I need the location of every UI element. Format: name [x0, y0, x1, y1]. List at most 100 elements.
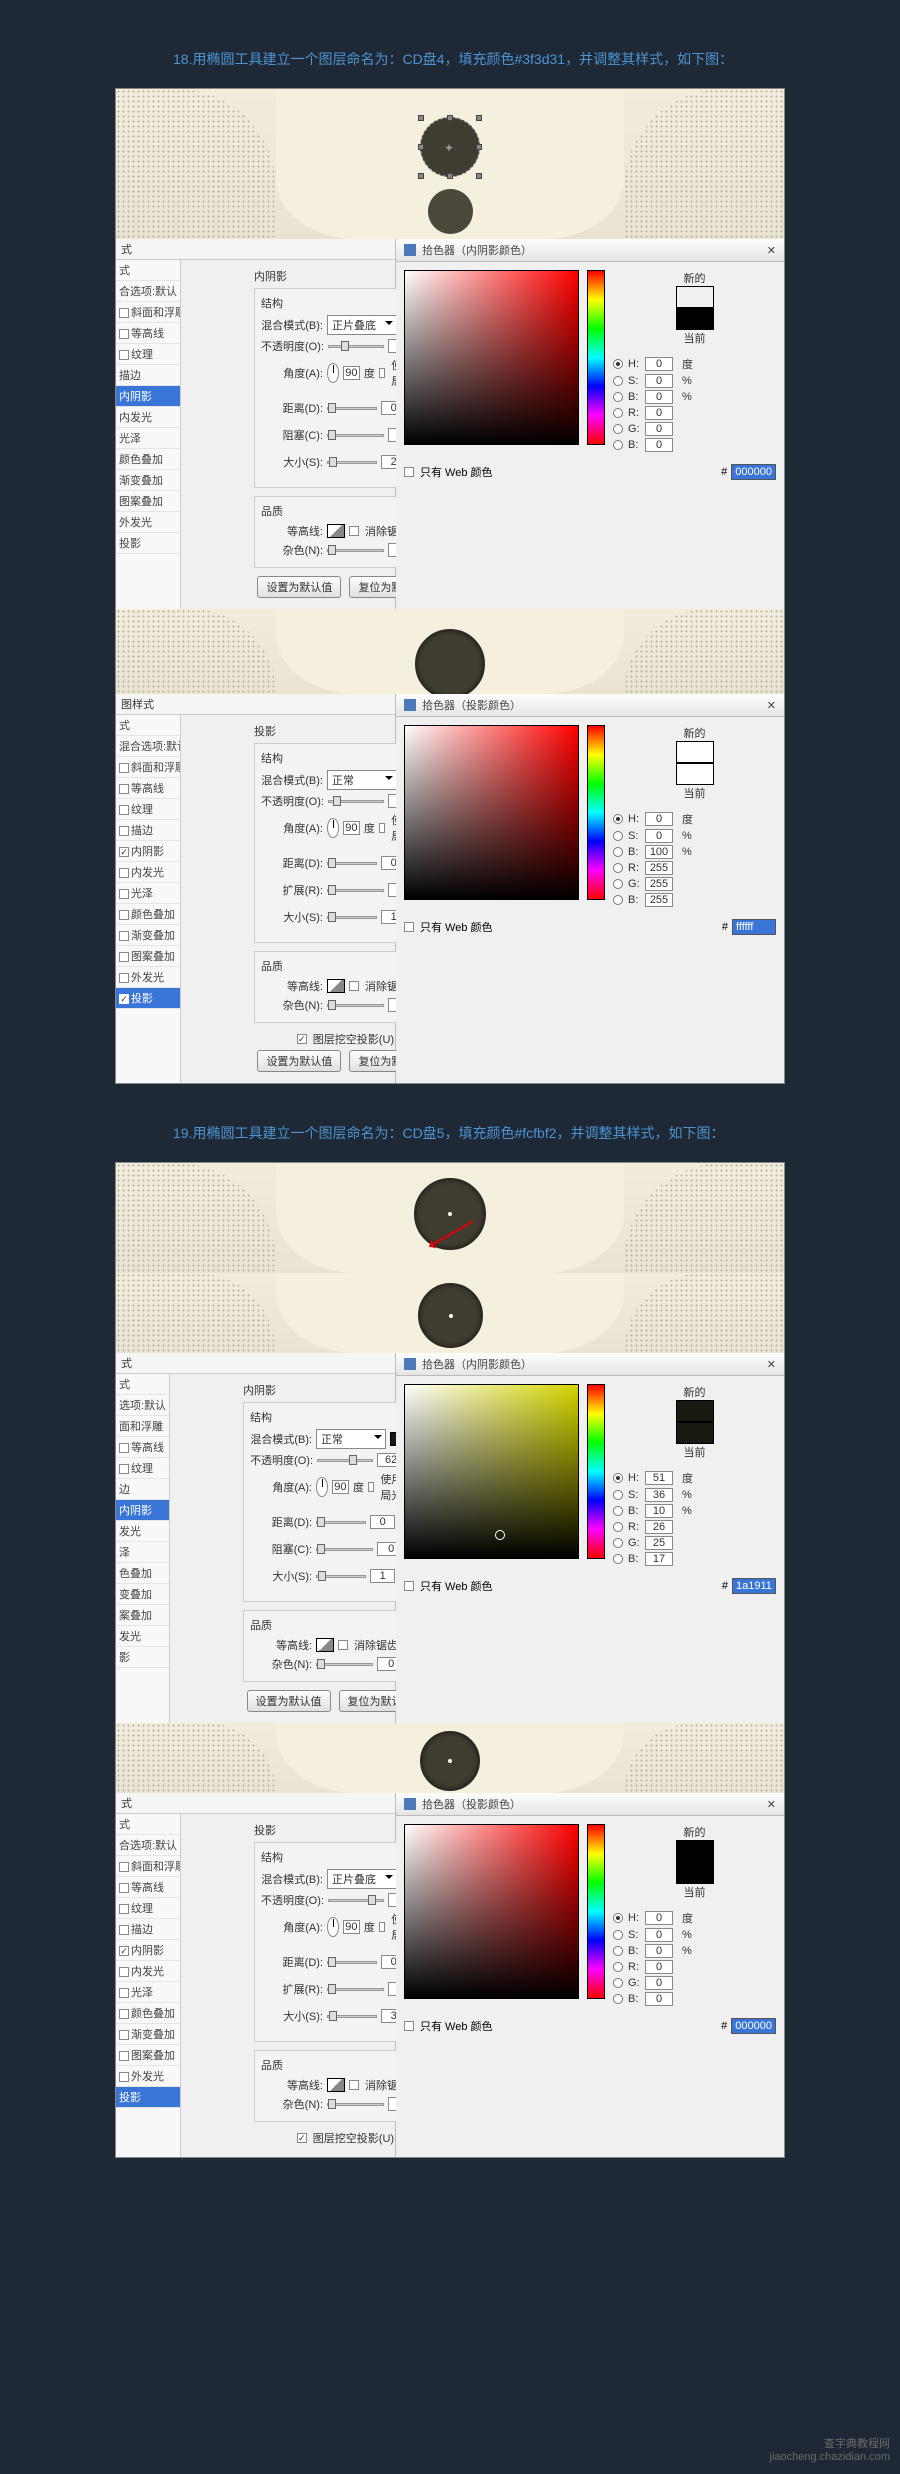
g-input[interactable]: 25	[645, 1536, 673, 1550]
b-input[interactable]: 0	[645, 390, 673, 404]
effect-item[interactable]: 发光	[116, 1626, 169, 1647]
distance-slider[interactable]	[327, 407, 377, 410]
effect-item[interactable]: 渐变叠加	[116, 470, 180, 491]
hue-slider[interactable]	[587, 1384, 605, 1559]
b-input[interactable]: 100	[645, 845, 673, 859]
webonly-checkbox[interactable]	[404, 922, 414, 932]
color-field[interactable]	[404, 270, 579, 445]
s-radio[interactable]	[613, 376, 623, 386]
contour-picker[interactable]	[327, 524, 345, 538]
h-input[interactable]: 0	[645, 357, 673, 371]
effect-item[interactable]: 发光	[116, 1521, 169, 1542]
effect-item[interactable]: 渐变叠加	[116, 925, 180, 946]
global-light-checkbox[interactable]	[379, 1922, 385, 1932]
effect-item[interactable]: 斜面和浮雕	[116, 757, 180, 778]
effect-item[interactable]: 案叠加	[116, 1605, 169, 1626]
size-slider[interactable]	[327, 916, 377, 919]
effect-item[interactable]: 投影	[116, 533, 180, 554]
hex-input[interactable]: 000000	[731, 464, 776, 480]
effect-item[interactable]: 外发光	[116, 512, 180, 533]
g-radio[interactable]	[613, 1538, 623, 1548]
effect-item[interactable]: 式	[116, 260, 180, 281]
effect-item[interactable]: 颜色叠加	[116, 2003, 180, 2024]
g-radio[interactable]	[613, 879, 623, 889]
r-input[interactable]: 0	[645, 406, 673, 420]
spread-slider[interactable]	[327, 1988, 384, 1991]
effect-item[interactable]: 图案叠加	[116, 946, 180, 967]
distance-slider[interactable]	[327, 862, 377, 865]
spread-slider[interactable]	[327, 889, 384, 892]
s-input[interactable]: 0	[645, 1928, 673, 1942]
opacity-slider[interactable]	[328, 800, 384, 803]
contour-picker[interactable]	[327, 979, 345, 993]
h-radio[interactable]	[613, 359, 623, 369]
contour-picker[interactable]	[327, 2078, 345, 2092]
angle-input[interactable]: 90	[332, 1480, 349, 1494]
effect-item[interactable]: 内阴影	[116, 1940, 180, 1961]
noise-slider[interactable]	[316, 1663, 373, 1666]
effect-item[interactable]: 面和浮雕	[116, 1416, 169, 1437]
r-radio[interactable]	[613, 1962, 623, 1972]
r-input[interactable]: 0	[645, 1960, 673, 1974]
blend-dropdown[interactable]: 正片叠底	[327, 1869, 397, 1889]
g-radio[interactable]	[613, 1978, 623, 1988]
noise-slider[interactable]	[327, 1004, 384, 1007]
knockout-checkbox[interactable]	[297, 2133, 307, 2143]
effect-item[interactable]: 等高线	[116, 1877, 180, 1898]
bv-radio[interactable]	[613, 1994, 623, 2004]
noise-slider[interactable]	[327, 2103, 384, 2106]
distance-slider[interactable]	[316, 1521, 366, 1524]
b-radio[interactable]	[613, 392, 623, 402]
effect-item[interactable]: 纹理	[116, 1458, 169, 1479]
opacity-slider[interactable]	[328, 345, 384, 348]
bv-radio[interactable]	[613, 895, 623, 905]
bv-input[interactable]: 0	[645, 1992, 673, 2006]
effect-item[interactable]: 光泽	[116, 883, 180, 904]
effect-item[interactable]: 内阴影	[116, 841, 180, 862]
global-light-checkbox[interactable]	[379, 823, 385, 833]
effect-item[interactable]: 选项:默认	[116, 1395, 169, 1416]
hue-slider[interactable]	[587, 270, 605, 445]
effect-item[interactable]: 外发光	[116, 2066, 180, 2087]
effect-item[interactable]: 式	[116, 1374, 169, 1395]
h-radio[interactable]	[613, 1913, 623, 1923]
effect-item-selected[interactable]: 内阴影	[116, 1500, 169, 1521]
h-input[interactable]: 0	[645, 1911, 673, 1925]
effect-item[interactable]: 内发光	[116, 1961, 180, 1982]
effect-item[interactable]: 边	[116, 1479, 169, 1500]
b-radio[interactable]	[613, 1506, 623, 1516]
effect-item[interactable]: 渐变叠加	[116, 2024, 180, 2045]
set-default-button[interactable]: 设置为默认值	[257, 576, 341, 598]
angle-dial[interactable]	[327, 1917, 339, 1937]
antialias-checkbox[interactable]	[349, 526, 359, 536]
effect-item[interactable]: 影	[116, 1647, 169, 1668]
h-input[interactable]: 0	[645, 812, 673, 826]
effect-item[interactable]: 式	[116, 715, 180, 736]
close-icon[interactable]: ✕	[767, 699, 776, 712]
webonly-checkbox[interactable]	[404, 1581, 414, 1591]
opacity-slider[interactable]	[328, 1899, 384, 1902]
s-input[interactable]: 0	[645, 374, 673, 388]
b-input[interactable]: 0	[645, 1944, 673, 1958]
angle-dial[interactable]	[327, 363, 339, 383]
global-light-checkbox[interactable]	[368, 1482, 374, 1492]
effect-item[interactable]: 斜面和浮雕	[116, 302, 180, 323]
color-field[interactable]	[404, 1384, 579, 1559]
s-input[interactable]: 36	[645, 1488, 673, 1502]
effect-item-selected[interactable]: 投影	[116, 2087, 180, 2108]
r-radio[interactable]	[613, 408, 623, 418]
effect-item[interactable]: 色叠加	[116, 1563, 169, 1584]
noise-slider[interactable]	[327, 549, 384, 552]
effect-item[interactable]: 外发光	[116, 967, 180, 988]
effect-item[interactable]: 斜面和浮雕	[116, 1856, 180, 1877]
angle-input[interactable]: 90	[343, 366, 360, 380]
contour-picker[interactable]	[316, 1638, 334, 1652]
bv-radio[interactable]	[613, 440, 623, 450]
effect-item[interactable]: 泽	[116, 1542, 169, 1563]
effect-item[interactable]: 纹理	[116, 799, 180, 820]
h-input[interactable]: 51	[645, 1471, 673, 1485]
effect-item[interactable]: 纹理	[116, 344, 180, 365]
blend-dropdown[interactable]: 正常	[316, 1429, 386, 1449]
angle-dial[interactable]	[327, 818, 339, 838]
angle-input[interactable]: 90	[343, 1920, 360, 1934]
